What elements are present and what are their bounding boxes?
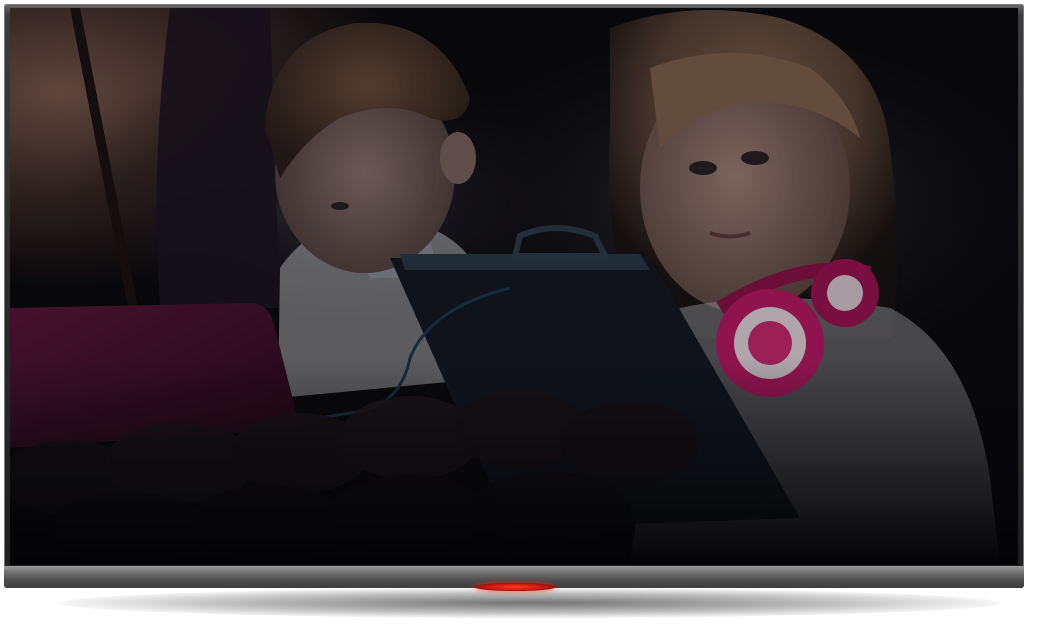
tv-screen <box>10 8 1018 565</box>
tv-bottom-bezel <box>4 566 1024 591</box>
screen-photo <box>10 8 1018 565</box>
tv-frame <box>4 4 1024 591</box>
power-led-icon <box>474 583 556 591</box>
tv-shadow <box>60 588 1000 618</box>
